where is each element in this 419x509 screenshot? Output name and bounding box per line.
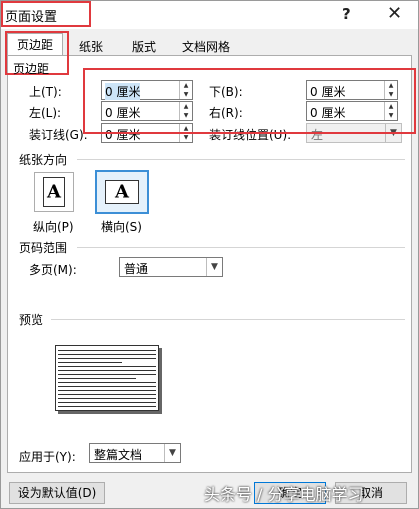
preview-section-title: 预览 bbox=[19, 313, 44, 327]
landscape-label: 横向(S) bbox=[101, 220, 142, 234]
left-label: 左(L): bbox=[29, 106, 62, 120]
preview-page bbox=[55, 345, 159, 411]
multiple-pages-label: 多页(M): bbox=[29, 263, 77, 277]
title-highlight-box bbox=[1, 1, 91, 27]
spin-down-icon[interactable]: ▼ bbox=[180, 133, 192, 142]
set-default-button[interactable]: 设为默认值(D) bbox=[9, 482, 105, 504]
top-label: 上(T): bbox=[29, 85, 62, 99]
orientation-section-title: 纸张方向 bbox=[19, 153, 68, 167]
margins-section-title: 页边距 bbox=[13, 62, 50, 76]
title-bar: 页面设置 ? ✕ bbox=[1, 1, 418, 29]
margins-highlight-box bbox=[83, 68, 416, 134]
tab-paper[interactable]: 纸张 bbox=[69, 36, 113, 55]
apply-to-value: 整篇文档 bbox=[94, 448, 143, 462]
portrait-label: 纵向(P) bbox=[33, 220, 74, 234]
divider bbox=[77, 159, 405, 160]
landscape-glyph: A bbox=[115, 181, 129, 203]
page-setup-dialog: 页面设置 ? ✕ 页边距 纸张 版式 文档网格 页边距 上(T): 0 厘米 ▲… bbox=[0, 0, 419, 509]
close-button[interactable]: ✕ bbox=[387, 3, 402, 24]
apply-to-label: 应用于(Y): bbox=[19, 450, 76, 464]
tab-layout[interactable]: 版式 bbox=[121, 36, 167, 55]
chevron-down-icon: ▼ bbox=[164, 444, 180, 462]
divider bbox=[51, 319, 405, 320]
chevron-down-icon: ▼ bbox=[206, 258, 222, 276]
tab-doc-grid[interactable]: 文档网格 bbox=[173, 36, 239, 55]
portrait-button[interactable]: A bbox=[34, 172, 74, 212]
landscape-button[interactable]: A bbox=[95, 170, 149, 214]
help-button[interactable]: ? bbox=[342, 5, 351, 23]
portrait-glyph: A bbox=[47, 181, 61, 203]
multiple-pages-value: 普通 bbox=[124, 262, 149, 276]
watermark-text: 头条号 / 分享电脑学习 bbox=[204, 485, 364, 504]
gutter-label: 装订线(G): bbox=[29, 128, 88, 142]
pages-section-title: 页码范围 bbox=[19, 241, 68, 255]
apply-to-select[interactable]: 整篇文档 ▼ bbox=[89, 443, 181, 463]
multiple-pages-select[interactable]: 普通 ▼ bbox=[119, 257, 223, 277]
divider bbox=[77, 247, 405, 248]
